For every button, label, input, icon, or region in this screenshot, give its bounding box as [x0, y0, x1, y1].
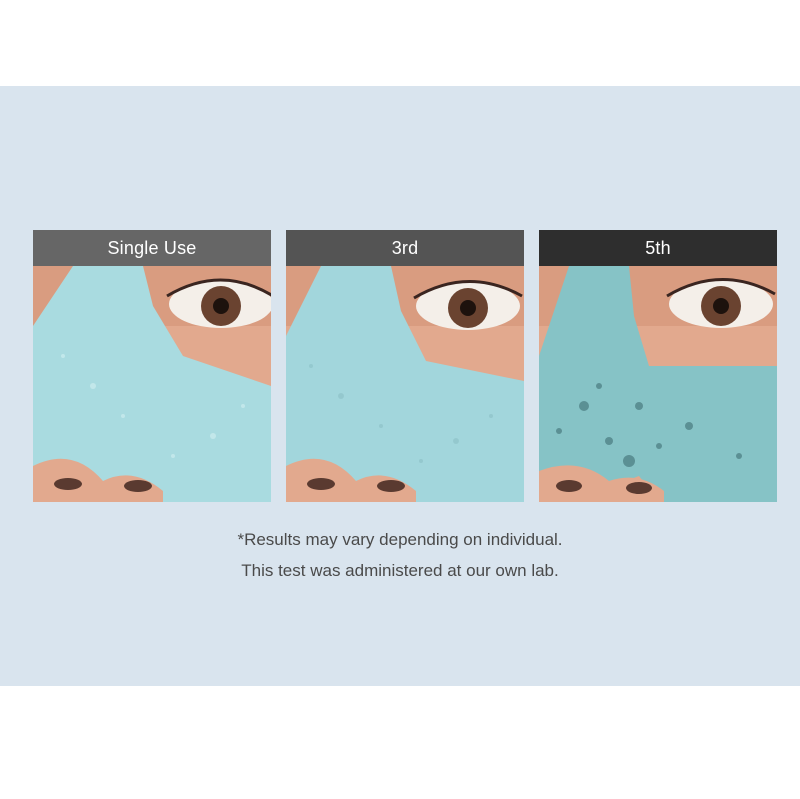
face-photo-5th: [539, 266, 777, 502]
face-photo-3rd: [286, 266, 524, 502]
panel-label: Single Use: [33, 230, 271, 266]
panel-label: 3rd: [286, 230, 524, 266]
panel-5th: 5th: [539, 230, 777, 502]
face-photo-single-use: [33, 266, 271, 502]
disclaimer-line-1: *Results may vary depending on individua…: [237, 530, 563, 549]
disclaimer-line-2: This test was administered at our own la…: [241, 561, 559, 580]
panel-single-use: Single Use: [33, 230, 271, 502]
panel-3rd: 3rd: [286, 230, 524, 502]
panel-label: 5th: [539, 230, 777, 266]
